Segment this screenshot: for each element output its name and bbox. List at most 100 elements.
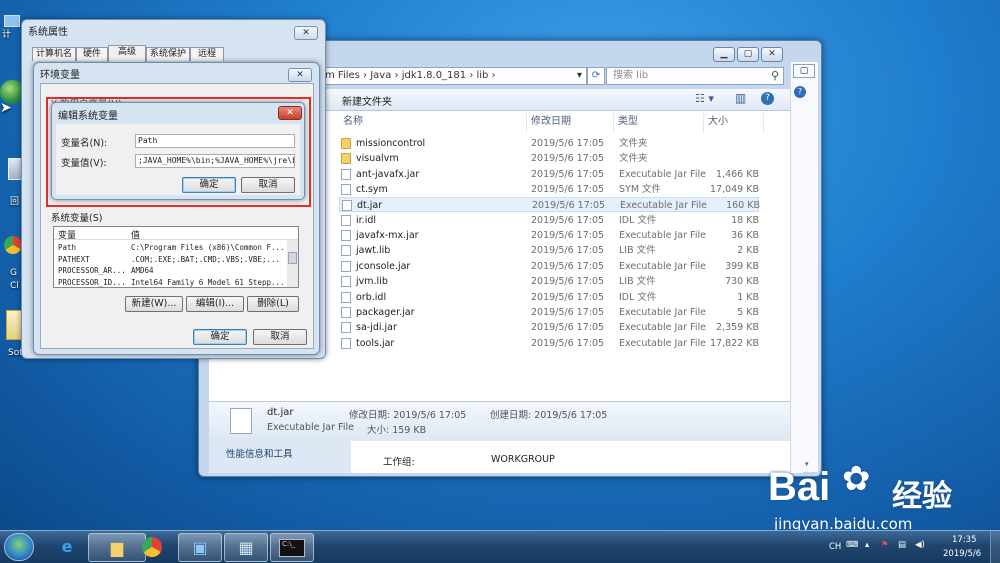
column-header-size[interactable]: 大小 <box>704 113 764 133</box>
tab-computer-name[interactable]: 计算机名 <box>32 47 76 61</box>
system-icon[interactable]: ▦ <box>224 533 268 562</box>
file-name: jvm.lib <box>356 276 388 288</box>
file-type: IDL 文件 <box>619 214 657 226</box>
network-tray-icon[interactable]: ▤ <box>898 540 906 550</box>
file-row[interactable]: tools.jar 2019/5/6 17:05 Executable Jar Fi… <box>339 336 759 351</box>
column-header-date[interactable]: 修改日期 <box>527 113 614 133</box>
cancel-button[interactable]: 取消 <box>253 329 307 345</box>
edit-system-variable-dialog: 编辑系统变量 ✕ 变量名(N): Path 变量值(V): ;JAVA_HOME… <box>51 102 305 200</box>
file-name: dt.jar <box>357 200 383 212</box>
file-type: 文件夹 <box>619 138 648 149</box>
system-vars-table[interactable]: 变量 值 Path C:\Program Files (x86)\Common F… <box>53 226 299 288</box>
tab-hardware[interactable]: 硬件 <box>76 47 108 61</box>
system-var-row[interactable]: PROCESSOR_AR... AMD64 <box>56 265 284 276</box>
workgroup-value: WORKGROUP <box>491 454 555 465</box>
detail-type: Executable Jar File <box>267 422 354 433</box>
file-name: visualvm <box>356 153 399 165</box>
system-var-row[interactable]: PROCESSOR_ID... Intel64 Family 6 Model 61… <box>56 277 284 288</box>
address-bar[interactable]: m Files › Java › jdk1.8.0_181 › lib › <box>323 67 593 85</box>
language-indicator[interactable]: CH <box>829 542 841 552</box>
behind-window-close-icon[interactable]: ▢ <box>793 64 815 78</box>
file-type: Executable Jar File <box>619 168 706 180</box>
new-folder-button[interactable]: 新建文件夹 <box>342 93 392 108</box>
search-input[interactable]: 搜索 lib ⚲ <box>606 67 784 85</box>
file-type: 文件夹 <box>619 153 648 165</box>
help-icon[interactable]: ? <box>761 92 774 105</box>
file-date: 2019/5/6 17:05 <box>532 200 606 212</box>
file-row[interactable]: ant-javafx.jar 2019/5/6 17:05 Executable J… <box>339 167 759 182</box>
var-value: C:\Program Files (x86)\Common F... <box>131 243 284 252</box>
column-header-type[interactable]: 类型 <box>614 113 704 133</box>
start-orb-icon[interactable] <box>4 533 34 561</box>
ok-button[interactable]: 确定 <box>182 177 236 193</box>
file-type: LIB 文件 <box>619 276 656 288</box>
file-row[interactable]: packager.jar 2019/5/6 17:05 Executable Jar… <box>339 305 759 320</box>
variable-value-field[interactable]: ;JAVA_HOME%\bin;%JAVA_HOME%\jre\bin; <box>135 154 295 168</box>
chrome-icon[interactable] <box>130 533 174 562</box>
baidu-brand-text: Bai <box>768 465 831 509</box>
file-size: 2,359 KB <box>716 322 759 334</box>
edit-variable-body: 变量名(N): Path 变量值(V): ;JAVA_HOME%\bin;%JA… <box>56 124 300 195</box>
file-name: packager.jar <box>356 306 415 318</box>
file-row[interactable]: ct.sym 2019/5/6 17:05 SYM 文件 17,049 KB <box>339 182 759 197</box>
file-type: Executable Jar File <box>619 260 706 272</box>
var-name: PROCESSOR_AR... <box>58 266 126 275</box>
preview-pane-icon[interactable]: ▥ <box>735 91 746 105</box>
file-name: ct.sym <box>356 184 388 196</box>
file-row[interactable]: sa-jdi.jar 2019/5/6 17:05 Executable Jar F… <box>339 320 759 335</box>
delete-variable-button[interactable]: 删除(L) <box>247 296 299 312</box>
close-button[interactable]: ✕ <box>294 26 318 40</box>
file-icon <box>341 230 351 242</box>
detail-name: dt.jar <box>267 407 294 418</box>
variable-name-field[interactable]: Path <box>135 134 295 148</box>
file-row[interactable]: missioncontrol 2019/5/6 17:05 文件夹 <box>339 136 759 151</box>
close-button[interactable]: ✕ <box>761 47 783 62</box>
close-button[interactable]: ✕ <box>288 68 312 82</box>
cancel-button[interactable]: 取消 <box>241 177 295 193</box>
file-row[interactable]: jconsole.jar 2019/5/6 17:05 Executable Jar… <box>339 259 759 274</box>
behind-window-help-icon[interactable]: ? <box>794 86 806 98</box>
file-row[interactable]: dt.jar 2019/5/6 17:05 Executable Jar File 1… <box>339 197 760 213</box>
tab-system-protection[interactable]: 系统保护 <box>146 47 190 61</box>
minimize-button[interactable]: ▁ <box>713 47 735 62</box>
tab-advanced[interactable]: 高级 <box>108 45 146 62</box>
new-variable-button[interactable]: 新建(W)... <box>125 296 183 312</box>
edit-variable-button[interactable]: 编辑(I)... <box>186 296 244 312</box>
file-row[interactable]: orb.idl 2019/5/6 17:05 IDL 文件 1 KB <box>339 290 759 305</box>
file-name: ant-javafx.jar <box>356 168 420 180</box>
maximize-button[interactable]: ▢ <box>737 47 759 62</box>
ok-button[interactable]: 确定 <box>193 329 247 345</box>
file-date: 2019/5/6 17:05 <box>531 260 605 272</box>
show-desktop-button[interactable] <box>990 531 1000 563</box>
action-center-icon[interactable]: ⚑ <box>881 540 889 550</box>
keyboard-icon[interactable]: ⌨ <box>846 540 858 550</box>
file-row[interactable]: visualvm 2019/5/6 17:05 文件夹 <box>339 151 759 166</box>
refresh-icon[interactable]: ⟳ <box>587 67 605 85</box>
file-size: 1,466 KB <box>716 168 759 180</box>
cmd-icon[interactable]: C:\_ <box>270 533 314 562</box>
file-row[interactable]: jawt.lib 2019/5/6 17:05 LIB 文件 2 KB <box>339 243 759 258</box>
tab-remote[interactable]: 远程 <box>190 47 224 61</box>
volume-icon[interactable]: ◀) <box>915 540 925 550</box>
perf-tools-link[interactable]: 性能信息和工具 <box>226 446 293 460</box>
file-date: 2019/5/6 17:05 <box>531 306 605 318</box>
system-var-row[interactable]: Path C:\Program Files (x86)\Common F... <box>56 242 284 253</box>
close-button[interactable]: ✕ <box>278 106 302 120</box>
system-var-row[interactable]: PATHEXT .COM;.EXE;.BAT;.CMD;.VBS;.VBE;... <box>56 254 284 265</box>
address-dropdown-button[interactable]: ▾ <box>573 67 587 85</box>
file-row[interactable]: javafx-mx.jar 2019/5/6 17:05 Executable Ja… <box>339 228 759 243</box>
details-pane: dt.jar Executable Jar File 修改日期: 2019/5/… <box>209 401 803 441</box>
table-scrollbar[interactable] <box>287 240 298 287</box>
clock-date[interactable]: 2019/5/6 <box>943 549 981 559</box>
file-row[interactable]: jvm.lib 2019/5/6 17:05 LIB 文件 730 KB <box>339 274 759 289</box>
var-value: AMD64 <box>131 266 154 275</box>
view-options-icon[interactable]: ☷ ▾ <box>695 92 714 105</box>
show-hidden-icons[interactable]: ▴ <box>865 540 869 550</box>
control-panel-icon[interactable]: ▣ <box>178 533 222 562</box>
workgroup-label: 工作组: <box>383 457 415 468</box>
file-icon <box>341 168 351 180</box>
file-name: tools.jar <box>356 337 395 349</box>
column-header-name[interactable]: 名称 <box>339 113 527 133</box>
file-row[interactable]: ir.idl 2019/5/6 17:05 IDL 文件 18 KB <box>339 213 759 228</box>
clock-time[interactable]: 17:35 <box>952 535 977 545</box>
